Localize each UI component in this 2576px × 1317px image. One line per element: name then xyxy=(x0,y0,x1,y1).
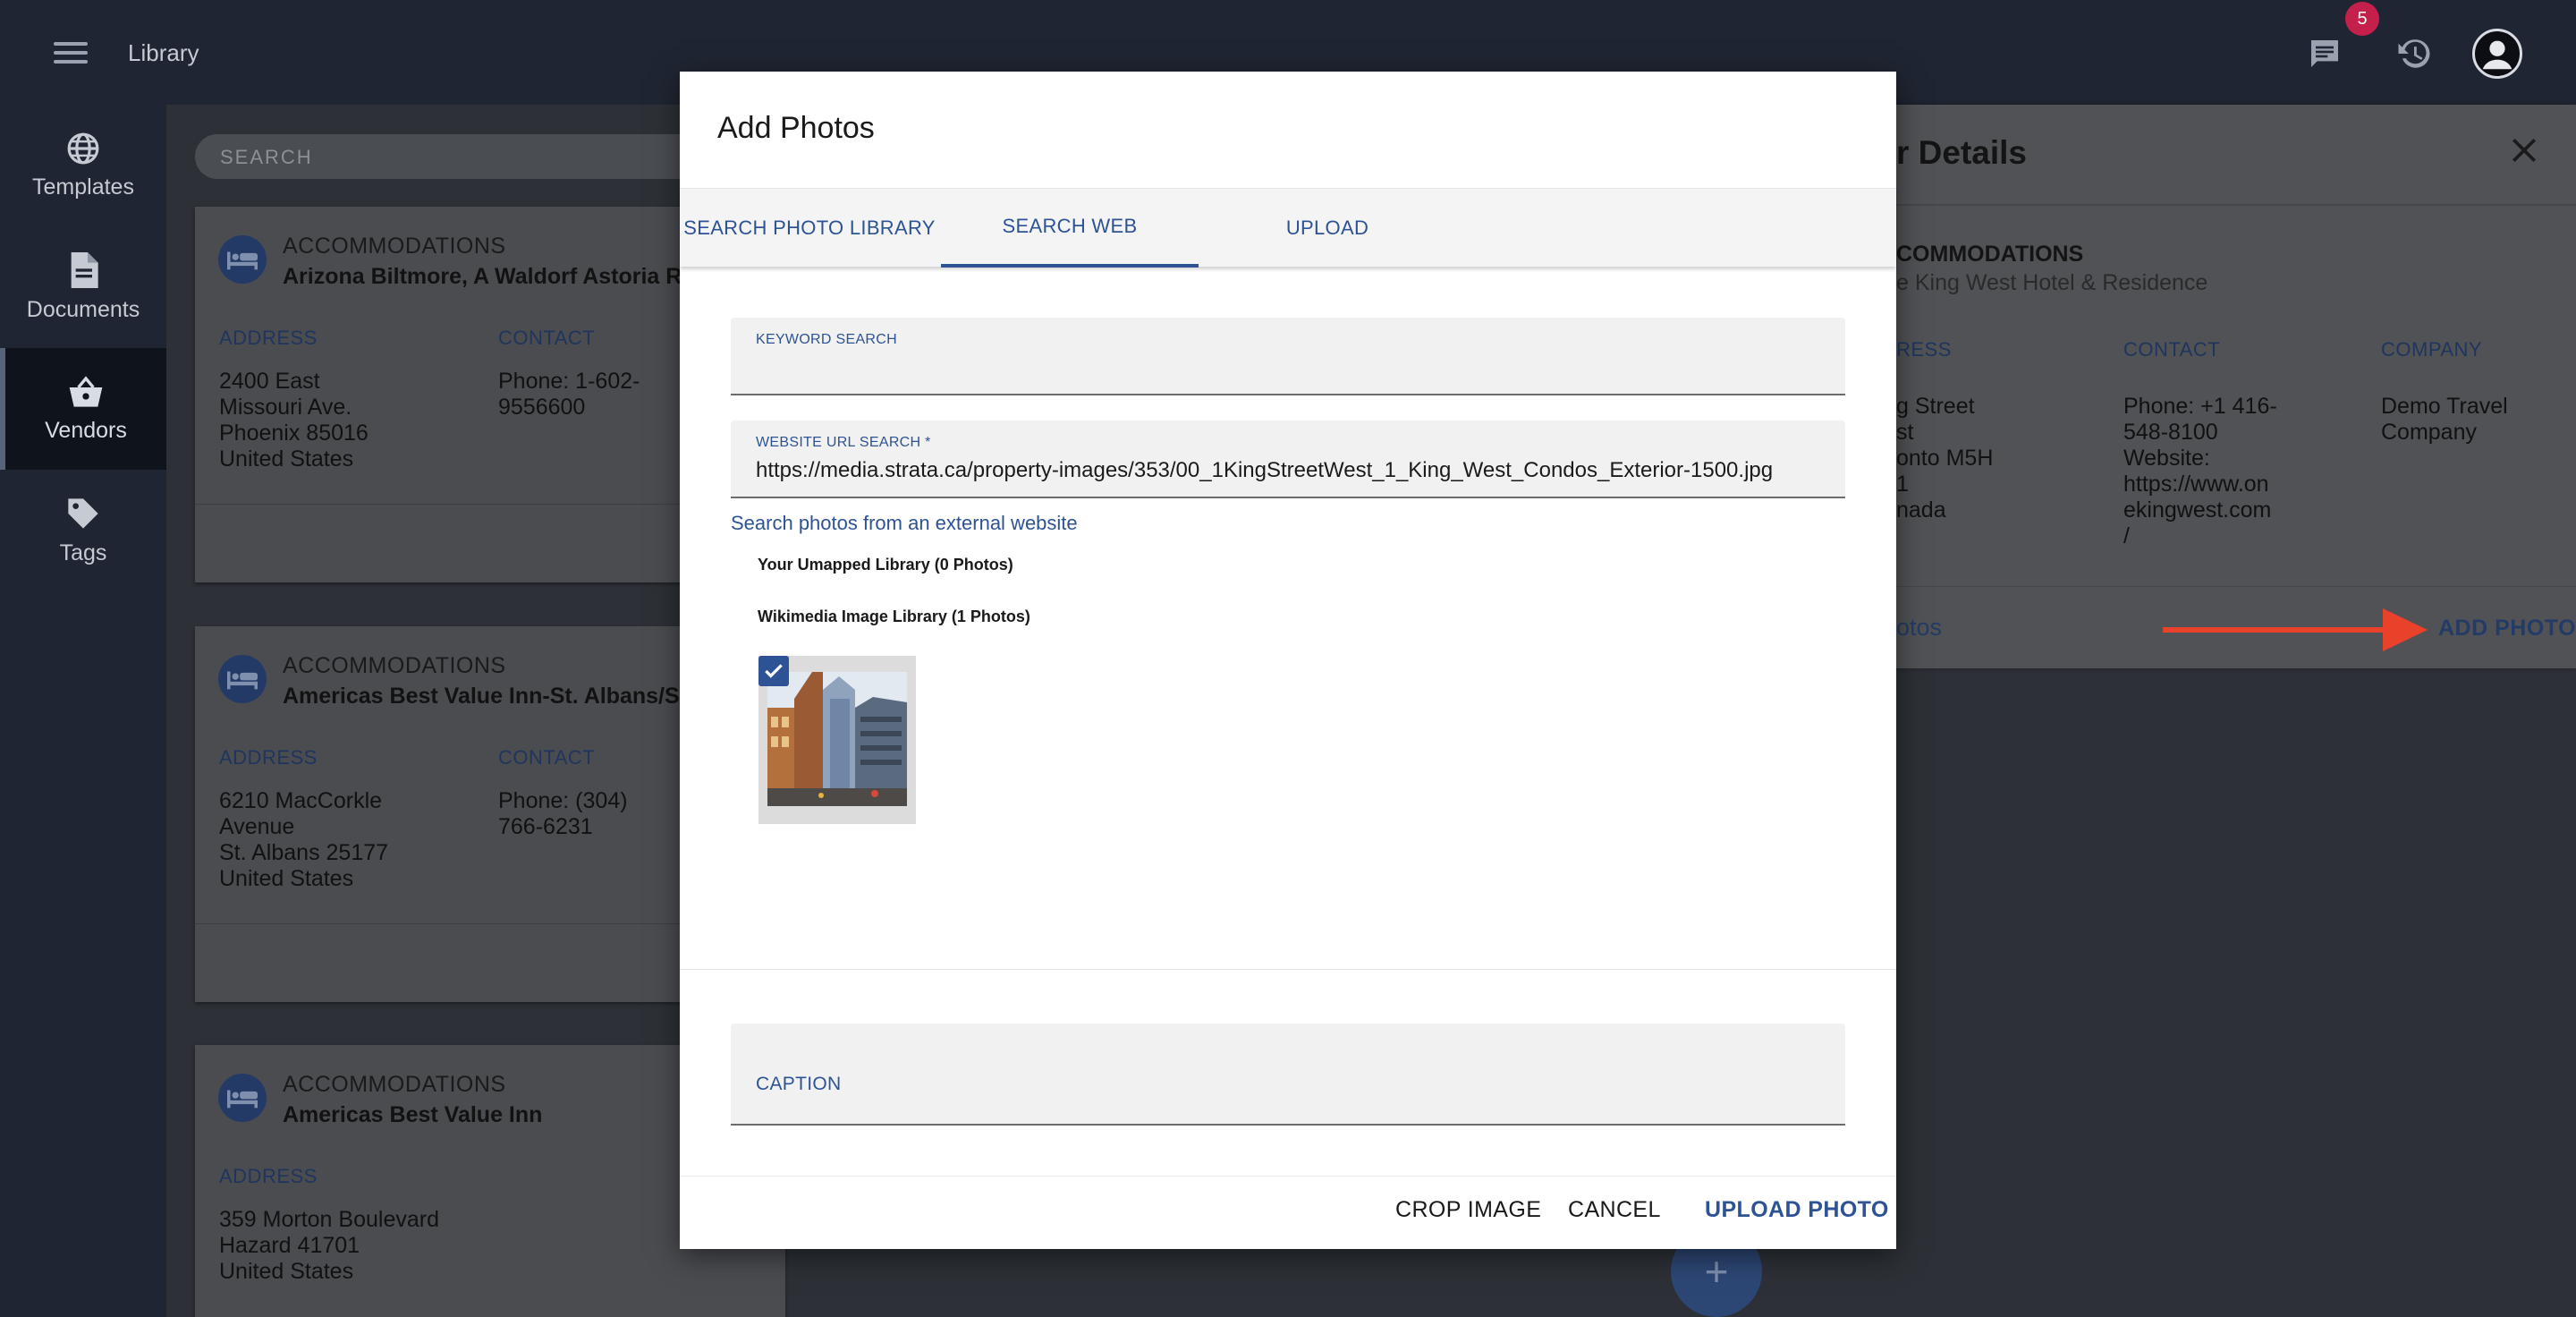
tab-upload[interactable]: UPLOAD xyxy=(1199,189,1456,268)
website-url-field[interactable]: WEBSITE URL SEARCH * https://media.strat… xyxy=(731,421,1845,498)
hotel-icon xyxy=(218,655,267,703)
umapped-library-heading: Your Umapped Library (0 Photos) xyxy=(758,556,1013,574)
document-icon xyxy=(71,251,98,288)
add-photos-button[interactable]: ADD PHOTOS xyxy=(2438,616,2576,642)
app-title: Library xyxy=(128,39,199,66)
caption-field[interactable]: CAPTION xyxy=(731,1024,1845,1126)
cancel-button[interactable]: CANCEL xyxy=(1568,1197,1661,1223)
panel-divider xyxy=(1820,586,2576,587)
vendor-address: 359 Morton Boulevard Hazard 41701 United… xyxy=(219,1207,439,1284)
wikimedia-library-heading: Wikimedia Image Library (1 Photos) xyxy=(758,608,1030,625)
close-icon[interactable] xyxy=(2506,132,2542,168)
vendor-contact: Phone: 1-602- 9556600 xyxy=(498,369,640,420)
history-icon[interactable] xyxy=(2393,32,2436,75)
external-search-link[interactable]: Search photos from an external website xyxy=(731,512,1078,535)
website-url-label: WEBSITE URL SEARCH * xyxy=(756,435,931,450)
address-label: ADDRESS xyxy=(219,746,318,769)
vendor-address: 6210 MacCorkle Avenue St. Albans 25177 U… xyxy=(219,788,389,891)
vendor-category: ACCOMMODATIONS xyxy=(283,234,506,259)
nav-item-templates[interactable]: Templates xyxy=(0,105,166,226)
keyword-search-label: KEYWORD SEARCH xyxy=(756,332,897,347)
nav-item-documents[interactable]: Documents xyxy=(0,226,166,348)
keyword-search-field[interactable]: KEYWORD SEARCH xyxy=(731,318,1845,395)
nav-item-tags[interactable]: Tags xyxy=(0,470,166,591)
contact-label: CONTACT xyxy=(498,327,596,349)
vendor-name: Arizona Biltmore, A Waldorf Astoria Res xyxy=(283,264,708,289)
nav-label-documents: Documents xyxy=(26,296,140,322)
user-avatar[interactable] xyxy=(2472,29,2522,79)
website-url-value: https://media.strata.ca/property-images/… xyxy=(756,458,1774,482)
notification-badge: 5 xyxy=(2345,2,2379,36)
vendor-company: Demo Travel Company xyxy=(2381,394,2508,445)
company-label: COMPANY xyxy=(2381,338,2483,361)
arrow-annotation-icon xyxy=(2163,608,2428,651)
vendor-contact: Phone: +1 416- 548-8100 Website: https:/… xyxy=(2123,394,2277,548)
tag-icon xyxy=(68,497,98,529)
vendor-contact: Phone: (304) 766-6231 xyxy=(498,788,628,839)
photo-image xyxy=(767,672,907,806)
nav-label-vendors: Vendors xyxy=(45,417,127,443)
side-nav: Templates Documents Vendors Tags xyxy=(0,105,166,1317)
dialog-divider xyxy=(680,969,1896,970)
photos-link[interactable]: otos xyxy=(1896,614,1942,642)
vendor-address: 2400 East Missouri Ave. Phoenix 85016 Un… xyxy=(219,369,369,472)
contact-label: CONTACT xyxy=(2123,338,2221,361)
address-label: RESS xyxy=(1896,338,1952,361)
address-label: ADDRESS xyxy=(219,327,318,349)
tab-search-web[interactable]: SEARCH WEB xyxy=(941,189,1199,268)
photo-source-tabs: SEARCH PHOTO LIBRARY SEARCH WEB UPLOAD xyxy=(680,188,1896,268)
checkbox-checked-icon[interactable] xyxy=(758,656,789,686)
crop-image-button[interactable]: CROP IMAGE xyxy=(1395,1197,1541,1223)
menu-icon[interactable] xyxy=(54,36,88,70)
nav-label-templates: Templates xyxy=(32,174,134,200)
chat-icon[interactable] xyxy=(2303,32,2346,75)
hotel-icon xyxy=(218,235,267,284)
globe-icon xyxy=(67,132,99,164)
vendor-category: ACCOMMODATIONS xyxy=(283,1072,506,1097)
basket-icon xyxy=(69,375,103,407)
photo-thumbnail[interactable] xyxy=(758,656,916,824)
nav-item-vendors[interactable]: Vendors xyxy=(0,348,166,470)
upload-photo-button[interactable]: UPLOAD PHOTO xyxy=(1705,1197,1889,1223)
caption-label: CAPTION xyxy=(756,1074,842,1094)
add-photos-dialog: Add Photos SEARCH PHOTO LIBRARY SEARCH W… xyxy=(680,72,1896,1249)
vendor-address: g Street st onto M5H 1 nada xyxy=(1896,394,1994,523)
nav-label-tags: Tags xyxy=(59,540,107,565)
contact-label: CONTACT xyxy=(498,746,596,769)
vendor-name: Americas Best Value Inn-St. Albans/Sou xyxy=(283,684,708,709)
vendor-category: ACCOMMODATIONS xyxy=(283,653,506,678)
tab-search-photo-library[interactable]: SEARCH PHOTO LIBRARY xyxy=(680,189,939,268)
vendor-name: e King West Hotel & Residence xyxy=(1896,270,2208,295)
address-label: ADDRESS xyxy=(219,1165,318,1187)
vendor-category: COMMODATIONS xyxy=(1896,242,2084,267)
dialog-title: Add Photos xyxy=(717,111,875,145)
vendor-name: Americas Best Value Inn xyxy=(283,1102,543,1127)
dialog-divider xyxy=(680,1176,1896,1177)
vendor-details-title: r Details xyxy=(1896,134,2028,171)
vendor-details-panel xyxy=(1820,105,2576,668)
panel-divider xyxy=(1820,204,2576,206)
hotel-icon xyxy=(218,1074,267,1122)
